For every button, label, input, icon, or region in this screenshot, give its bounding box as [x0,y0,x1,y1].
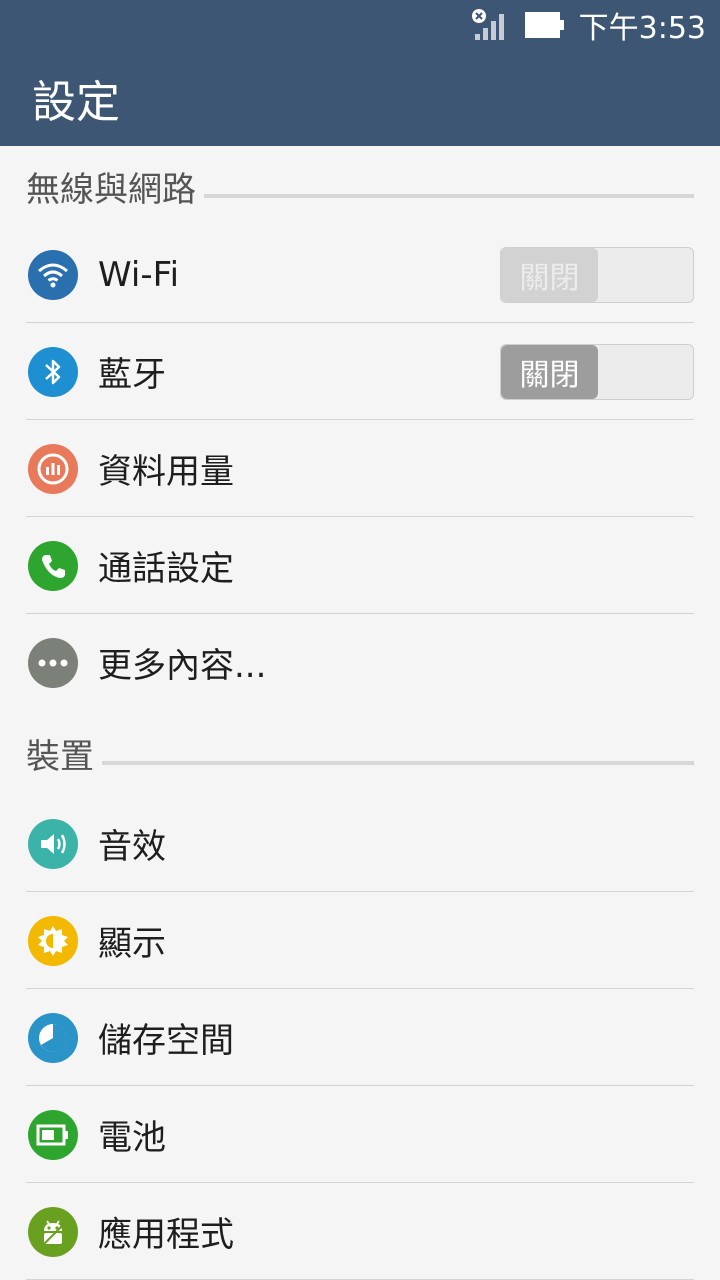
settings-item-label: 儲存空間 [98,1021,234,1061]
settings-item-label: 通話設定 [98,549,234,589]
settings-item-label: Wi-Fi [98,254,180,295]
wifi-toggle[interactable]: 關閉 [500,247,694,303]
signal-icon [471,8,507,42]
page-title: 設定 [32,77,120,128]
toggle-state-label: 關閉 [501,248,598,302]
status-time: 下午3:53 [578,11,706,46]
settings-item-call-settings[interactable]: 通話設定 [0,517,720,614]
bluetooth-toggle[interactable]: 關閉 [500,344,694,400]
data-usage-icon [28,443,78,494]
battery-status-icon [524,12,565,38]
more-icon [28,637,78,688]
sound-icon [28,818,78,869]
settings-item-battery[interactable]: 電池 [0,1086,720,1183]
android-icon [28,1206,78,1257]
settings-item-label: 藍牙 [98,355,166,395]
settings-list: 無線與網路 Wi-Fi 關閉 藍牙 關閉 資料用量 通話設定 更多內容... 裝… [0,146,720,1280]
settings-item-apps[interactable]: 應用程式 [0,1183,720,1280]
settings-item-data-usage[interactable]: 資料用量 [0,420,720,517]
section-divider [26,761,694,765]
settings-item-label: 音效 [98,827,166,867]
settings-item-more[interactable]: 更多內容... [0,614,720,711]
settings-item-sound[interactable]: 音效 [0,795,720,892]
section-header-wireless: 無線與網路 [0,146,720,226]
toggle-state-label: 關閉 [501,345,598,399]
section-header-label: 裝置 [26,728,102,778]
battery-icon [28,1109,78,1160]
settings-item-label: 電池 [98,1118,166,1158]
bluetooth-icon [28,346,78,397]
settings-item-bluetooth[interactable]: 藍牙 關閉 [0,323,720,420]
settings-item-display[interactable]: 顯示 [0,892,720,989]
phone-icon [28,540,78,591]
settings-item-label: 更多內容... [98,646,267,686]
settings-item-wifi[interactable]: Wi-Fi 關閉 [0,226,720,323]
app-bar: 設定 [0,50,720,146]
settings-item-storage[interactable]: 儲存空間 [0,989,720,1086]
wifi-icon [28,249,78,300]
display-icon [28,915,78,966]
storage-icon [28,1012,78,1063]
section-header-label: 無線與網路 [26,161,204,211]
settings-item-label: 資料用量 [98,452,234,492]
settings-item-label: 應用程式 [98,1215,234,1255]
settings-item-label: 顯示 [98,924,166,964]
status-bar: 下午3:53 [0,0,720,50]
section-header-device: 裝置 [0,711,720,795]
